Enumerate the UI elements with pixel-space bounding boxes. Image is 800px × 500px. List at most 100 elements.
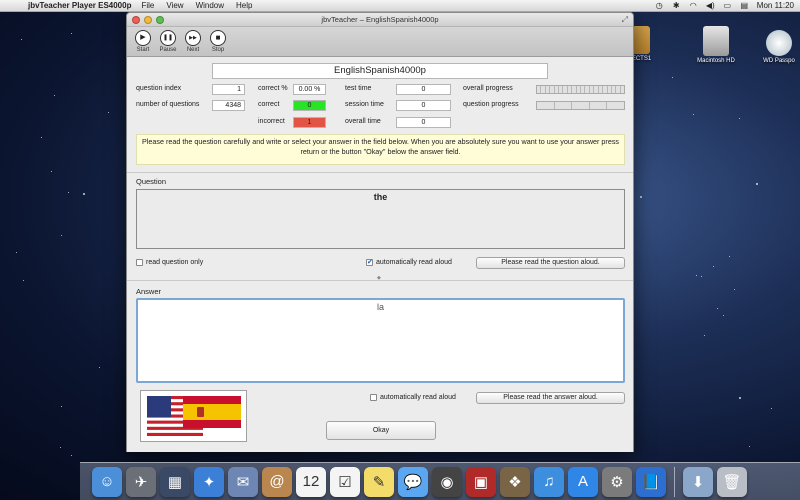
minimize-button[interactable]: [144, 16, 152, 24]
photo-booth-icon[interactable]: ▣: [466, 466, 496, 497]
stop-button[interactable]: ■ Stop: [208, 30, 228, 56]
star: [696, 275, 697, 276]
downloads-stack-icon[interactable]: ⬇: [683, 466, 713, 497]
star: [734, 289, 735, 290]
volume-icon[interactable]: ◀): [706, 2, 715, 10]
fullscreen-icon[interactable]: ⤢: [622, 16, 628, 24]
finder-icon[interactable]: ☺: [92, 466, 122, 497]
calendar-icon[interactable]: 12: [296, 466, 326, 497]
window-titlebar[interactable]: jbvTeacher – EnglishSpanish4000p ⤢: [127, 13, 633, 27]
star: [61, 406, 62, 407]
answer-section-title: Answer: [136, 287, 162, 296]
correct-percent-value: 0.00 %: [293, 84, 326, 95]
session-time-label: session time: [345, 101, 384, 108]
question-progress-bar: [536, 101, 625, 110]
star: [701, 276, 702, 277]
stop-icon: ■: [210, 30, 226, 46]
correct-percent-label: correct %: [258, 85, 288, 92]
battery-icon[interactable]: ▭: [723, 2, 732, 10]
star: [61, 235, 62, 236]
read-question-aloud-button[interactable]: Please read the question aloud.: [476, 257, 625, 269]
read-answer-aloud-button[interactable]: Please read the answer aloud.: [476, 392, 625, 404]
star: [771, 408, 772, 409]
launchpad-icon[interactable]: ✈: [126, 466, 156, 497]
overall-progress-label: overall progress: [463, 85, 513, 92]
notes-icon[interactable]: ✎: [364, 466, 394, 497]
macintosh-hd-icon: [703, 26, 729, 56]
dock-separator: [674, 466, 675, 497]
question-display: the: [136, 189, 625, 249]
menu-clock[interactable]: Mon 11:20: [757, 1, 794, 10]
iphoto-icon[interactable]: ❖: [500, 466, 530, 497]
itunes-icon[interactable]: ♫: [534, 466, 564, 497]
menu-help[interactable]: Help: [236, 1, 252, 10]
correct-value: 0: [293, 100, 326, 111]
reminders-icon[interactable]: ☑: [330, 466, 360, 497]
question-auto-read-checkbox[interactable]: ✔ automatically read aloud: [366, 259, 452, 266]
desktop-item-macintosh-hd[interactable]: Macintosh HD: [690, 26, 742, 64]
test-time-value: 0: [396, 84, 451, 95]
facetime-icon[interactable]: ◉: [432, 466, 462, 497]
pause-button[interactable]: ❚❚ Pause: [158, 30, 178, 56]
system-preferences-icon[interactable]: ⚙: [602, 466, 632, 497]
star: [739, 397, 741, 399]
close-button[interactable]: [132, 16, 140, 24]
menu-file[interactable]: File: [141, 1, 154, 10]
time-machine-icon[interactable]: ◷: [655, 2, 664, 10]
checkbox-box: [370, 394, 377, 401]
answer-auto-read-checkbox[interactable]: automatically read aloud: [370, 394, 456, 401]
messages-icon[interactable]: 💬: [398, 466, 428, 497]
number-of-questions-value: 4348: [212, 100, 245, 111]
star: [60, 447, 61, 448]
trash-icon[interactable]: 🗑: [717, 466, 747, 497]
checkbox-label: read question only: [146, 259, 204, 266]
safari-icon[interactable]: ✦: [194, 466, 224, 497]
wifi-icon[interactable]: ◠: [689, 2, 698, 10]
next-button[interactable]: ▶▶ Next: [183, 30, 203, 56]
question-progress-label: question progress: [463, 101, 519, 108]
star: [51, 171, 52, 172]
menu-view[interactable]: View: [166, 1, 183, 10]
input-flag-icon[interactable]: ▤: [740, 2, 749, 10]
star: [23, 280, 24, 281]
overall-time-label: overall time: [345, 118, 381, 125]
toolbar: ▶ Start ❚❚ Pause ▶▶ Next ■ Stop: [127, 27, 633, 57]
toolbar-label: Start: [136, 47, 150, 53]
menu-app-name[interactable]: jbvTeacher Player ES4000p: [28, 1, 131, 10]
mail-icon[interactable]: ✉: [228, 466, 258, 497]
jbvteacher-icon[interactable]: 📘: [636, 466, 666, 497]
star: [108, 112, 109, 113]
main-window: jbvTeacher – EnglishSpanish4000p ⤢ ▶ Sta…: [126, 12, 634, 452]
desktop-item-wd-passport[interactable]: WD Passpo: [758, 30, 800, 64]
answer-input[interactable]: la: [136, 298, 625, 383]
read-question-only-checkbox[interactable]: read question only: [136, 259, 203, 266]
overall-progress-bar: [536, 85, 625, 94]
question-index-label: question index: [136, 85, 182, 92]
test-time-label: test time: [345, 85, 372, 92]
star: [717, 308, 718, 309]
star: [713, 266, 714, 267]
star: [640, 196, 642, 198]
star: [693, 114, 694, 115]
star: [756, 183, 758, 185]
menu-window[interactable]: Window: [196, 1, 224, 10]
star: [672, 77, 673, 78]
star: [704, 335, 705, 336]
okay-button[interactable]: Okay: [326, 421, 436, 440]
star: [54, 95, 55, 96]
desktop-item-label: Macintosh HD: [697, 58, 735, 64]
mission-control-icon[interactable]: ▦: [160, 466, 190, 497]
lesson-title: EnglishSpanish4000p: [212, 63, 548, 79]
app-store-icon[interactable]: A: [568, 466, 598, 497]
star: [16, 252, 17, 253]
session-time-value: 0: [396, 100, 451, 111]
bluetooth-icon[interactable]: ✱: [672, 2, 681, 10]
zoom-button[interactable]: [156, 16, 164, 24]
start-button[interactable]: ▶ Start: [133, 30, 153, 56]
star: [99, 367, 100, 368]
desktop-item-label: WD Passpo: [763, 58, 795, 64]
contacts-icon[interactable]: @: [262, 466, 292, 497]
incorrect-label: incorrect: [258, 118, 285, 125]
star: [71, 33, 72, 34]
wd-passport-icon: [766, 30, 792, 56]
